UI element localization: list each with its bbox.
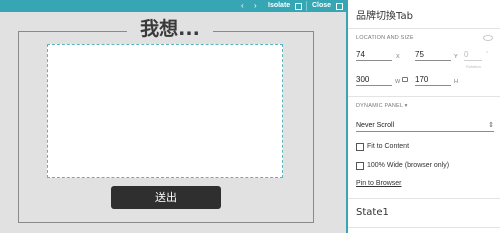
canvas-title: 我想... (127, 17, 213, 41)
design-canvas[interactable]: ‹ › Isolate Close 我想... 送出 (0, 0, 346, 233)
widget-name[interactable]: 品牌切換Tab (356, 7, 413, 22)
divider (348, 198, 500, 199)
dynamic-panel-area[interactable] (47, 44, 283, 178)
y-label: Y (454, 54, 458, 60)
inspector-panel: 品牌切換Tab LOCATION AND SIZE 74 X 75 Y 0 ° … (348, 0, 500, 233)
isolate-button[interactable]: Isolate (268, 0, 290, 12)
rotation-label: Rotation (466, 64, 481, 69)
rotation-field[interactable]: 0 (464, 49, 482, 61)
chevron-right-icon[interactable]: › (254, 0, 257, 12)
panel-edit-bar: ‹ › Isolate Close (0, 0, 346, 12)
isolate-icon[interactable] (295, 3, 302, 10)
divider (348, 96, 500, 97)
dynamic-panel-heading[interactable]: DYNAMIC PANEL ▾ (356, 103, 408, 109)
divider (348, 28, 500, 29)
w-label: W (395, 79, 401, 85)
lock-ratio-icon[interactable] (402, 77, 408, 82)
x-field[interactable]: 74 (356, 49, 392, 61)
y-field[interactable]: 75 (415, 49, 451, 61)
wide-browser-label: 100% Wide (browser only) (367, 162, 450, 169)
h-label: H (454, 79, 458, 85)
state-item[interactable]: State1 (356, 207, 389, 218)
eye-icon[interactable] (483, 35, 493, 41)
scroll-select-value: Never Scroll (356, 122, 395, 129)
send-button[interactable]: 送出 (111, 186, 221, 209)
fit-to-content-checkbox[interactable] (356, 143, 364, 151)
pin-to-browser-link[interactable]: Pin to Browser (356, 180, 402, 187)
chevron-left-icon[interactable]: ‹ (241, 0, 244, 12)
select-arrows-icon: ⇕ (488, 122, 494, 129)
width-field[interactable]: 300 (356, 74, 392, 86)
scroll-select[interactable]: Never Scroll ⇕ (356, 120, 494, 132)
fit-to-content-label: Fit to Content (367, 143, 410, 150)
degree-label: ° (486, 51, 489, 57)
x-label: X (396, 54, 400, 60)
editbar-separator (306, 1, 307, 11)
divider (348, 227, 500, 228)
wide-browser-checkbox[interactable] (356, 162, 364, 170)
height-field[interactable]: 170 (415, 74, 451, 86)
close-button[interactable]: Close (312, 0, 331, 12)
location-size-heading: LOCATION AND SIZE (356, 35, 414, 41)
close-icon[interactable] (336, 3, 343, 10)
